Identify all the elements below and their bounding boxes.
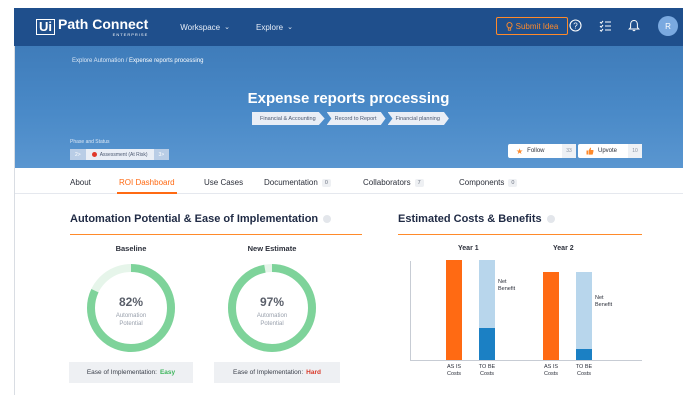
info-icon[interactable]	[323, 215, 332, 223]
bar-net-benefit-year-2	[576, 272, 592, 349]
bell-icon[interactable]	[627, 19, 641, 33]
estimate-subtitle: Automation Potential	[256, 313, 288, 327]
estimate-label: New Estimate	[247, 244, 297, 253]
nav-workspace[interactable]: Workspace ⌄	[180, 23, 230, 32]
to-be-tick-2: TO BE Costs	[575, 364, 593, 377]
breadcrumb-parent[interactable]: Explore Automation /	[72, 58, 127, 64]
baseline-subtitle: Automation Potential	[115, 313, 147, 327]
tag-process[interactable]: Financial planning	[387, 112, 449, 125]
components-count: 0	[508, 178, 518, 187]
status-dot-icon	[91, 152, 97, 157]
tab-roi-dashboard[interactable]: ROI Dashboard	[117, 178, 177, 194]
costs-section-rule	[398, 234, 642, 235]
tag-category[interactable]: Financial & Accounting	[252, 112, 325, 125]
ease-hard-value: Hard	[306, 369, 321, 376]
tab-components[interactable]: Components 0	[459, 178, 518, 187]
lightbulb-icon	[506, 21, 513, 31]
phase-next-button[interactable]: 3>	[153, 149, 170, 160]
bar-to-be-year-2	[576, 349, 592, 360]
estimate-gauge: 97% Automation Potential	[226, 262, 318, 354]
baseline-label: Baseline	[115, 244, 147, 253]
tab-bar: About ROI Dashboard Use Cases Documentat…	[14, 168, 683, 194]
phase-current[interactable]: Assessment (At Risk)	[85, 149, 154, 160]
thumbs-up-icon	[586, 147, 594, 155]
baseline-ease: Ease of Implementation: Easy	[69, 362, 193, 383]
nav-explore[interactable]: Explore ⌄	[256, 23, 293, 32]
x-axis-line	[410, 360, 642, 361]
star-icon: ★	[516, 146, 524, 156]
upvote-button[interactable]: Upvote 10	[578, 144, 642, 158]
upvote-count: 10	[628, 144, 642, 158]
follow-button[interactable]: ★ Follow 33	[508, 144, 576, 158]
to-be-tick-1: TO BE Costs	[478, 364, 496, 377]
bar-as-is-year-1	[446, 260, 462, 360]
breadcrumb-current: Expense reports processing	[129, 58, 204, 64]
logo-sub-text: ENTERPRISE	[112, 32, 149, 37]
baseline-percent: 82%	[118, 295, 144, 309]
baseline-gauge: 82% Automation Potential	[85, 262, 177, 354]
checklist-icon[interactable]	[598, 19, 612, 33]
estimate-percent: 97%	[259, 295, 285, 309]
as-is-tick-2: AS IS Costs	[543, 364, 559, 377]
submit-idea-button[interactable]: Submit Idea	[496, 17, 568, 35]
phase-prev-button[interactable]: 2>	[70, 149, 86, 160]
logo-main-text: Path Connect	[58, 16, 149, 32]
chevron-down-icon: ⌄	[224, 24, 230, 31]
costs-section-title: Estimated Costs & Benefits	[398, 213, 555, 225]
tab-collaborators[interactable]: Collaborators 7	[363, 178, 424, 187]
costs-benefits-chart: Year 1 Year 2 Net Benefit Net Benefit AS…	[410, 243, 642, 387]
tab-use-cases[interactable]: Use Cases	[204, 178, 243, 187]
bar-to-be-year-1	[479, 328, 495, 360]
net-benefit-label-2: Net Benefit	[595, 295, 613, 308]
year-1-label: Year 1	[458, 245, 479, 252]
y-axis-line	[410, 261, 411, 361]
year-2-label: Year 2	[553, 245, 574, 252]
follow-count: 33	[562, 144, 576, 158]
phase-status-stepper: 2> Assessment (At Risk) 3>	[70, 149, 170, 160]
svg-text:?: ?	[573, 21, 578, 30]
estimate-ease: Ease of Implementation: Hard	[214, 362, 340, 383]
ease-easy-value: Easy	[159, 369, 176, 376]
info-icon[interactable]	[546, 215, 555, 223]
net-benefit-label-1: Net Benefit	[498, 279, 516, 292]
tab-about[interactable]: About	[70, 178, 91, 187]
help-icon[interactable]: ?	[568, 19, 582, 33]
tab-documentation[interactable]: Documentation 0	[264, 178, 331, 187]
bar-net-benefit-year-1	[479, 260, 495, 328]
bar-as-is-year-2	[543, 272, 559, 360]
logo-box: Ui	[36, 19, 55, 35]
breadcrumb: Explore Automation / Expense reports pro…	[72, 58, 203, 64]
phase-status-label: Phase and Status	[70, 139, 110, 145]
page-left-border	[14, 46, 15, 395]
automation-section-rule	[70, 234, 362, 235]
page-title: Expense reports processing	[247, 90, 450, 107]
tag-subcategory[interactable]: Record to Report	[326, 112, 386, 125]
category-tags: Financial & Accounting Record to Report …	[252, 112, 451, 125]
as-is-tick-1: AS IS Costs	[446, 364, 462, 377]
collaborators-count: 7	[414, 178, 424, 187]
documentation-count: 0	[321, 178, 331, 187]
top-navbar: Ui Path Connect ENTERPRISE Workspace ⌄ E…	[14, 8, 683, 46]
hero-banner: Explore Automation / Expense reports pro…	[14, 46, 683, 168]
chevron-down-icon: ⌄	[287, 24, 293, 31]
uipath-connect-logo[interactable]: Ui Path Connect ENTERPRISE	[36, 17, 148, 37]
user-avatar[interactable]: R	[658, 16, 678, 36]
automation-section-title: Automation Potential & Ease of Implement…	[70, 213, 332, 225]
